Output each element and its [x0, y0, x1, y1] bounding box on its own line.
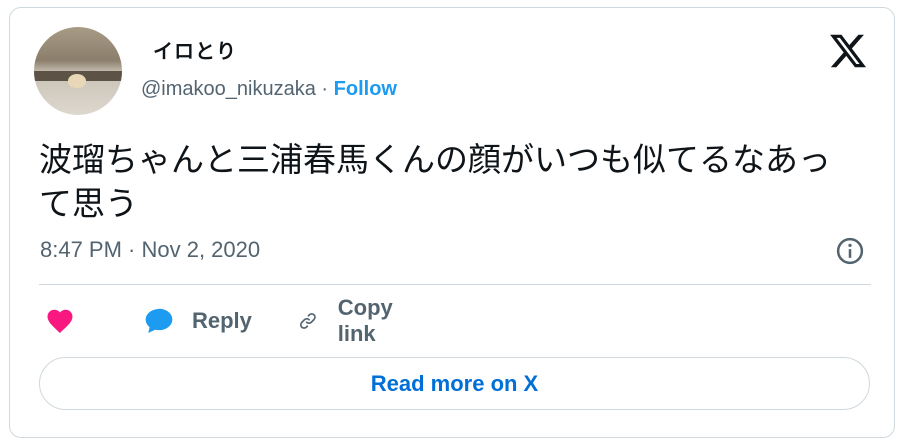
heart-icon [47, 309, 73, 333]
tweet-card: イロとり @imakoo_nikuzaka · Follow 波瑠ちゃんと三浦春… [9, 7, 895, 438]
follow-button[interactable]: Follow [334, 78, 397, 100]
handle-separator: · [321, 78, 329, 100]
user-handle[interactable]: @imakoo_nikuzaka [141, 78, 316, 100]
copy-link-label: Copy link [337, 295, 393, 346]
link-icon [299, 313, 316, 329]
like-button[interactable] [44, 305, 76, 337]
reply-bubble-icon [145, 308, 173, 333]
x-logo-icon[interactable] [828, 31, 868, 71]
avatar[interactable] [34, 27, 122, 115]
divider [39, 284, 871, 285]
tweet-text: 波瑠ちゃんと三浦春馬くんの顔がいつも似てるなあって思う [39, 140, 831, 223]
reply-button[interactable]: Reply [142, 305, 252, 337]
copy-link-button[interactable]: Copy link [298, 295, 403, 346]
handle-row: @imakoo_nikuzaka · Follow [141, 78, 397, 101]
read-more-button[interactable]: Read more on X [39, 357, 870, 410]
reply-label: Reply [192, 308, 252, 333]
display-name[interactable]: イロとり [153, 35, 237, 64]
avatar-bird [68, 74, 86, 88]
tweet-timestamp[interactable]: 8:47 PM · Nov 2, 2020 [40, 237, 260, 263]
info-icon[interactable] [835, 236, 865, 266]
